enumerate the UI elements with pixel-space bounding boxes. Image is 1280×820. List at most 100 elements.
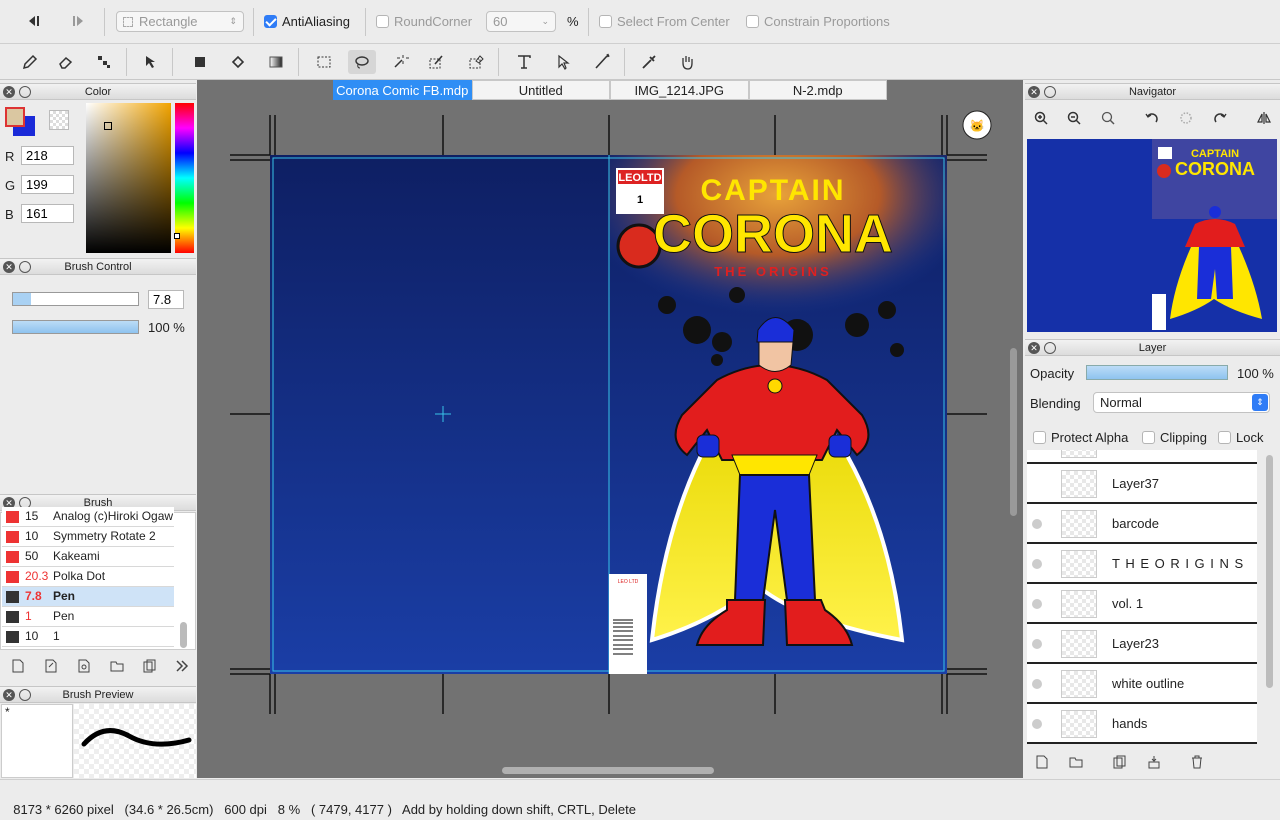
layer-row-partial[interactable] <box>1027 450 1257 464</box>
folder-icon[interactable] <box>107 656 127 676</box>
brush-item[interactable]: 10 Symmetry Rotate 2 <box>2 527 174 547</box>
shape-select[interactable]: Rectangle ⇕ <box>116 11 244 32</box>
bucket-tool-icon[interactable] <box>224 50 252 74</box>
brush-settings-icon[interactable] <box>74 656 94 676</box>
flip-icon[interactable] <box>1254 108 1274 128</box>
gradient-tool-icon[interactable] <box>262 50 290 74</box>
hand-tool-icon[interactable] <box>673 50 701 74</box>
float-icon[interactable] <box>19 86 31 98</box>
next-icon[interactable] <box>64 9 92 33</box>
float-icon[interactable] <box>19 689 31 701</box>
magic-wand-tool-icon[interactable] <box>386 50 414 74</box>
zoom-out-icon[interactable] <box>1064 108 1084 128</box>
trash-icon[interactable] <box>1187 752 1207 772</box>
float-icon[interactable] <box>1044 342 1056 354</box>
lock-checkbox[interactable]: Lock <box>1218 430 1263 445</box>
eraser-tool-icon[interactable] <box>52 50 80 74</box>
layer-row[interactable]: vol. 1 <box>1027 584 1257 624</box>
new-brush-icon[interactable] <box>8 656 28 676</box>
clipping-checkbox[interactable]: Clipping <box>1142 430 1207 445</box>
canvas-area[interactable]: LEOLTD 1 CAPTAIN CORONA THE ORIGINS LEO … <box>197 80 1023 778</box>
visibility-icon[interactable] <box>1032 519 1042 529</box>
divide-tool-icon[interactable] <box>588 50 616 74</box>
select-from-center-checkbox[interactable]: Select From Center <box>599 14 730 29</box>
more-icon[interactable] <box>172 656 192 676</box>
close-icon[interactable]: ✕ <box>3 86 15 98</box>
transparent-color-swatch[interactable] <box>49 110 69 130</box>
visibility-icon[interactable] <box>1032 639 1042 649</box>
rotate-right-icon[interactable] <box>1210 108 1230 128</box>
brush-item[interactable]: 20.3 Polka Dot <box>2 567 174 587</box>
duplicate-layer-icon[interactable] <box>1110 752 1130 772</box>
layer-row[interactable]: T H E O R I G I N S <box>1027 544 1257 584</box>
visibility-icon[interactable] <box>1032 599 1042 609</box>
canvas-hscrollbar[interactable] <box>502 767 714 774</box>
b-input[interactable] <box>21 204 74 223</box>
navigator-thumbnail[interactable]: CAPTAIN CORONA <box>1027 139 1277 332</box>
select-pen-tool-icon[interactable] <box>422 50 450 74</box>
roundcorner-value[interactable]: 60 ⌄ <box>486 11 556 32</box>
antialiasing-checkbox[interactable]: AntiAliasing <box>264 14 350 29</box>
brush-size-input[interactable] <box>148 290 184 309</box>
text-tool-icon[interactable] <box>510 50 538 74</box>
close-icon[interactable]: ✕ <box>1028 342 1040 354</box>
pen-tool-icon[interactable] <box>16 50 44 74</box>
fill-rect-tool-icon[interactable] <box>186 50 214 74</box>
close-icon[interactable]: ✕ <box>1028 86 1040 98</box>
layer-row[interactable]: hands <box>1027 704 1257 744</box>
brush-opacity-slider[interactable] <box>12 320 139 334</box>
float-icon[interactable] <box>19 261 31 273</box>
eyedropper-tool-icon[interactable] <box>635 50 663 74</box>
visibility-icon[interactable] <box>1032 719 1042 729</box>
prev-icon[interactable] <box>20 9 48 33</box>
new-folder-icon[interactable] <box>1066 752 1086 772</box>
tab-untitled[interactable]: Untitled <box>471 80 610 100</box>
dot-tool-icon[interactable] <box>90 50 118 74</box>
merge-down-icon[interactable] <box>1144 752 1164 772</box>
select-eraser-tool-icon[interactable] <box>462 50 490 74</box>
zoom-fit-icon[interactable] <box>1098 108 1118 128</box>
tab-corona-comic[interactable]: Corona Comic FB.mdp <box>333 80 472 100</box>
protect-alpha-checkbox[interactable]: Protect Alpha <box>1033 430 1128 445</box>
duplicate-icon[interactable] <box>140 656 160 676</box>
r-input[interactable] <box>21 146 74 165</box>
tab-img-1214[interactable]: IMG_1214.JPG <box>610 80 749 100</box>
operation-tool-icon[interactable] <box>550 50 578 74</box>
canvas-vscrollbar[interactable] <box>1010 348 1017 516</box>
layer-opacity-slider[interactable] <box>1086 365 1228 380</box>
brush-item[interactable]: 15 Analog (c)Hiroki Ogawa <box>2 507 174 527</box>
brush-list-scrollbar[interactable] <box>180 622 187 648</box>
blending-select[interactable]: Normal ⇕ <box>1093 392 1270 413</box>
roundcorner-checkbox[interactable]: RoundCorner <box>376 14 472 29</box>
visibility-icon[interactable] <box>1032 679 1042 689</box>
zoom-in-icon[interactable] <box>1031 108 1051 128</box>
rotate-left-icon[interactable] <box>1142 108 1162 128</box>
layer-row[interactable]: Layer37 <box>1027 464 1257 504</box>
move-tool-icon[interactable] <box>137 50 165 74</box>
brush-item[interactable]: 1 Pen <box>2 607 174 627</box>
brush-item[interactable]: 10 1 <box>2 627 174 647</box>
saturation-picker[interactable] <box>86 103 171 253</box>
tab-n-2[interactable]: N-2.mdp <box>748 80 887 100</box>
brush-copy-icon[interactable] <box>41 656 61 676</box>
lasso-tool-icon[interactable] <box>348 50 376 74</box>
float-icon[interactable] <box>1044 86 1056 98</box>
layer-row[interactable]: Layer23 <box>1027 624 1257 664</box>
g-input[interactable] <box>21 175 74 194</box>
brush-size-slider[interactable] <box>12 292 139 306</box>
layer-row[interactable]: white outline <box>1027 664 1257 704</box>
close-icon[interactable]: ✕ <box>3 689 15 701</box>
comic-canvas[interactable]: LEOLTD 1 CAPTAIN CORONA THE ORIGINS LEO … <box>197 80 1023 778</box>
rotate-reset-icon[interactable] <box>1176 108 1196 128</box>
hue-slider[interactable] <box>174 103 194 253</box>
new-layer-icon[interactable] <box>1032 752 1052 772</box>
layer-list-scrollbar[interactable] <box>1266 455 1273 688</box>
brush-item[interactable]: 7.8 Pen <box>2 587 174 607</box>
foreground-color-swatch[interactable] <box>5 107 25 127</box>
visibility-icon[interactable] <box>1032 559 1042 569</box>
layer-row[interactable]: barcode <box>1027 504 1257 544</box>
close-icon[interactable]: ✕ <box>3 261 15 273</box>
brush-item[interactable]: 50 Kakeami <box>2 547 174 567</box>
constrain-checkbox[interactable]: Constrain Proportions <box>746 14 890 29</box>
rect-select-tool-icon[interactable] <box>310 50 338 74</box>
